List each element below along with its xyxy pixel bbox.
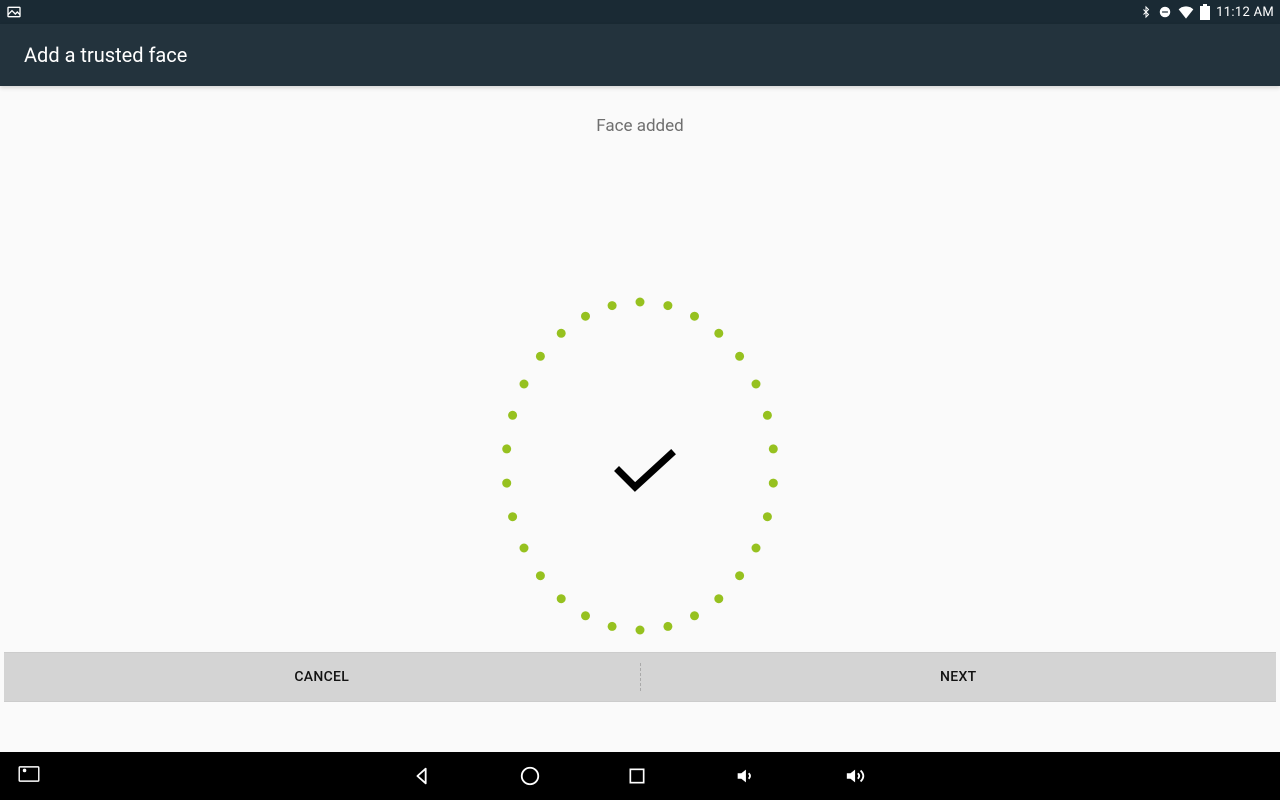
checkmark-icon <box>619 454 671 487</box>
status-right: 11:12 AM <box>1140 4 1274 20</box>
face-outline-graphic <box>500 296 780 636</box>
battery-icon <box>1200 4 1210 20</box>
face-status-label: Face added <box>596 116 684 136</box>
picture-notification-icon <box>6 4 22 20</box>
status-left <box>6 4 22 20</box>
do-not-disturb-icon <box>1158 5 1172 19</box>
button-bar: CANCEL NEXT <box>4 652 1276 702</box>
home-button[interactable] <box>519 765 541 787</box>
screenshot-icon[interactable] <box>18 766 40 786</box>
content-area: Face added CANCEL NEXT <box>0 86 1280 752</box>
navigation-bar <box>0 752 1280 800</box>
next-button[interactable]: NEXT <box>641 653 1277 701</box>
status-bar: 11:12 AM <box>0 0 1280 24</box>
recent-apps-button[interactable] <box>627 766 647 786</box>
page-title: Add a trusted face <box>24 43 187 67</box>
wifi-icon <box>1178 5 1194 19</box>
app-bar: Add a trusted face <box>0 24 1280 86</box>
status-clock: 11:12 AM <box>1216 5 1274 20</box>
bluetooth-icon <box>1140 4 1152 20</box>
volume-down-button[interactable] <box>733 765 757 787</box>
cancel-button[interactable]: CANCEL <box>4 653 640 701</box>
volume-up-button[interactable] <box>843 765 869 787</box>
back-button[interactable] <box>411 765 433 787</box>
